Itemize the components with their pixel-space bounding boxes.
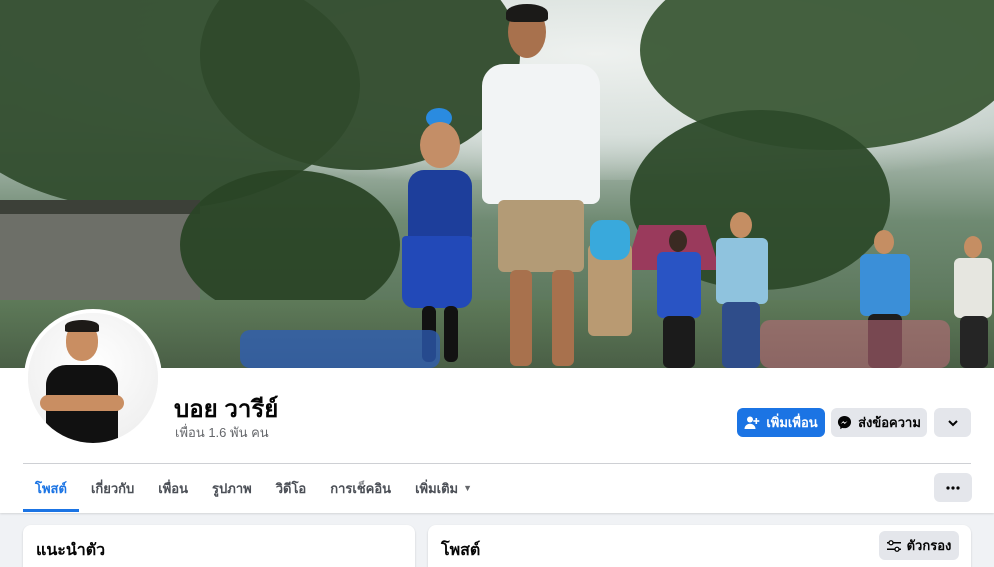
tab-posts[interactable]: โพสต์ (23, 464, 79, 512)
caret-down-icon: ▼ (463, 483, 473, 493)
intro-title: แนะนำตัว (36, 542, 106, 559)
tab-photos[interactable]: รูปภาพ (200, 464, 264, 512)
profile-avatar[interactable] (24, 309, 162, 447)
more-options-button[interactable] (934, 473, 972, 502)
cover-person-man (478, 4, 632, 368)
add-friend-button[interactable]: เพิ่มเพื่อน (737, 408, 825, 437)
tab-about[interactable]: เกี่ยวกับ (79, 464, 146, 512)
cover-person-girl (396, 108, 486, 368)
more-dots-icon (946, 485, 960, 490)
posts-title: โพสต์ (441, 542, 481, 559)
cover-crowd (760, 320, 950, 368)
add-friend-label: เพิ่มเพื่อน (766, 415, 818, 430)
tab-checkins[interactable]: การเช็คอิน (318, 464, 403, 512)
tab-videos[interactable]: วิดีโอ (264, 464, 319, 512)
filter-label: ตัวกรอง (906, 538, 952, 553)
add-friend-icon (744, 415, 760, 431)
chevron-down-icon (947, 417, 959, 429)
friends-count[interactable]: เพื่อน 1.6 พัน คน (175, 422, 269, 443)
profile-tabs: โพสต์ เกี่ยวกับ เพื่อน รูปภาพ วิดีโอ การ… (23, 464, 484, 512)
tab-more[interactable]: เพิ่มเติม ▼ (403, 464, 484, 512)
cover-person-bg (952, 236, 994, 368)
messenger-icon (837, 415, 852, 430)
tab-friends[interactable]: เพื่อน (146, 464, 200, 512)
posts-card: โพสต์ ตัวกรอง (428, 525, 971, 567)
message-button[interactable]: ส่งข้อความ (831, 408, 927, 437)
filter-icon (886, 539, 901, 552)
message-label: ส่งข้อความ (858, 415, 921, 430)
cover-tree (180, 170, 400, 320)
cover-person-bg (655, 230, 703, 368)
intro-card: แนะนำตัว (23, 525, 415, 567)
profile-options-button[interactable] (934, 408, 971, 437)
cover-crowd (240, 330, 440, 368)
filter-button[interactable]: ตัวกรอง (879, 531, 959, 560)
